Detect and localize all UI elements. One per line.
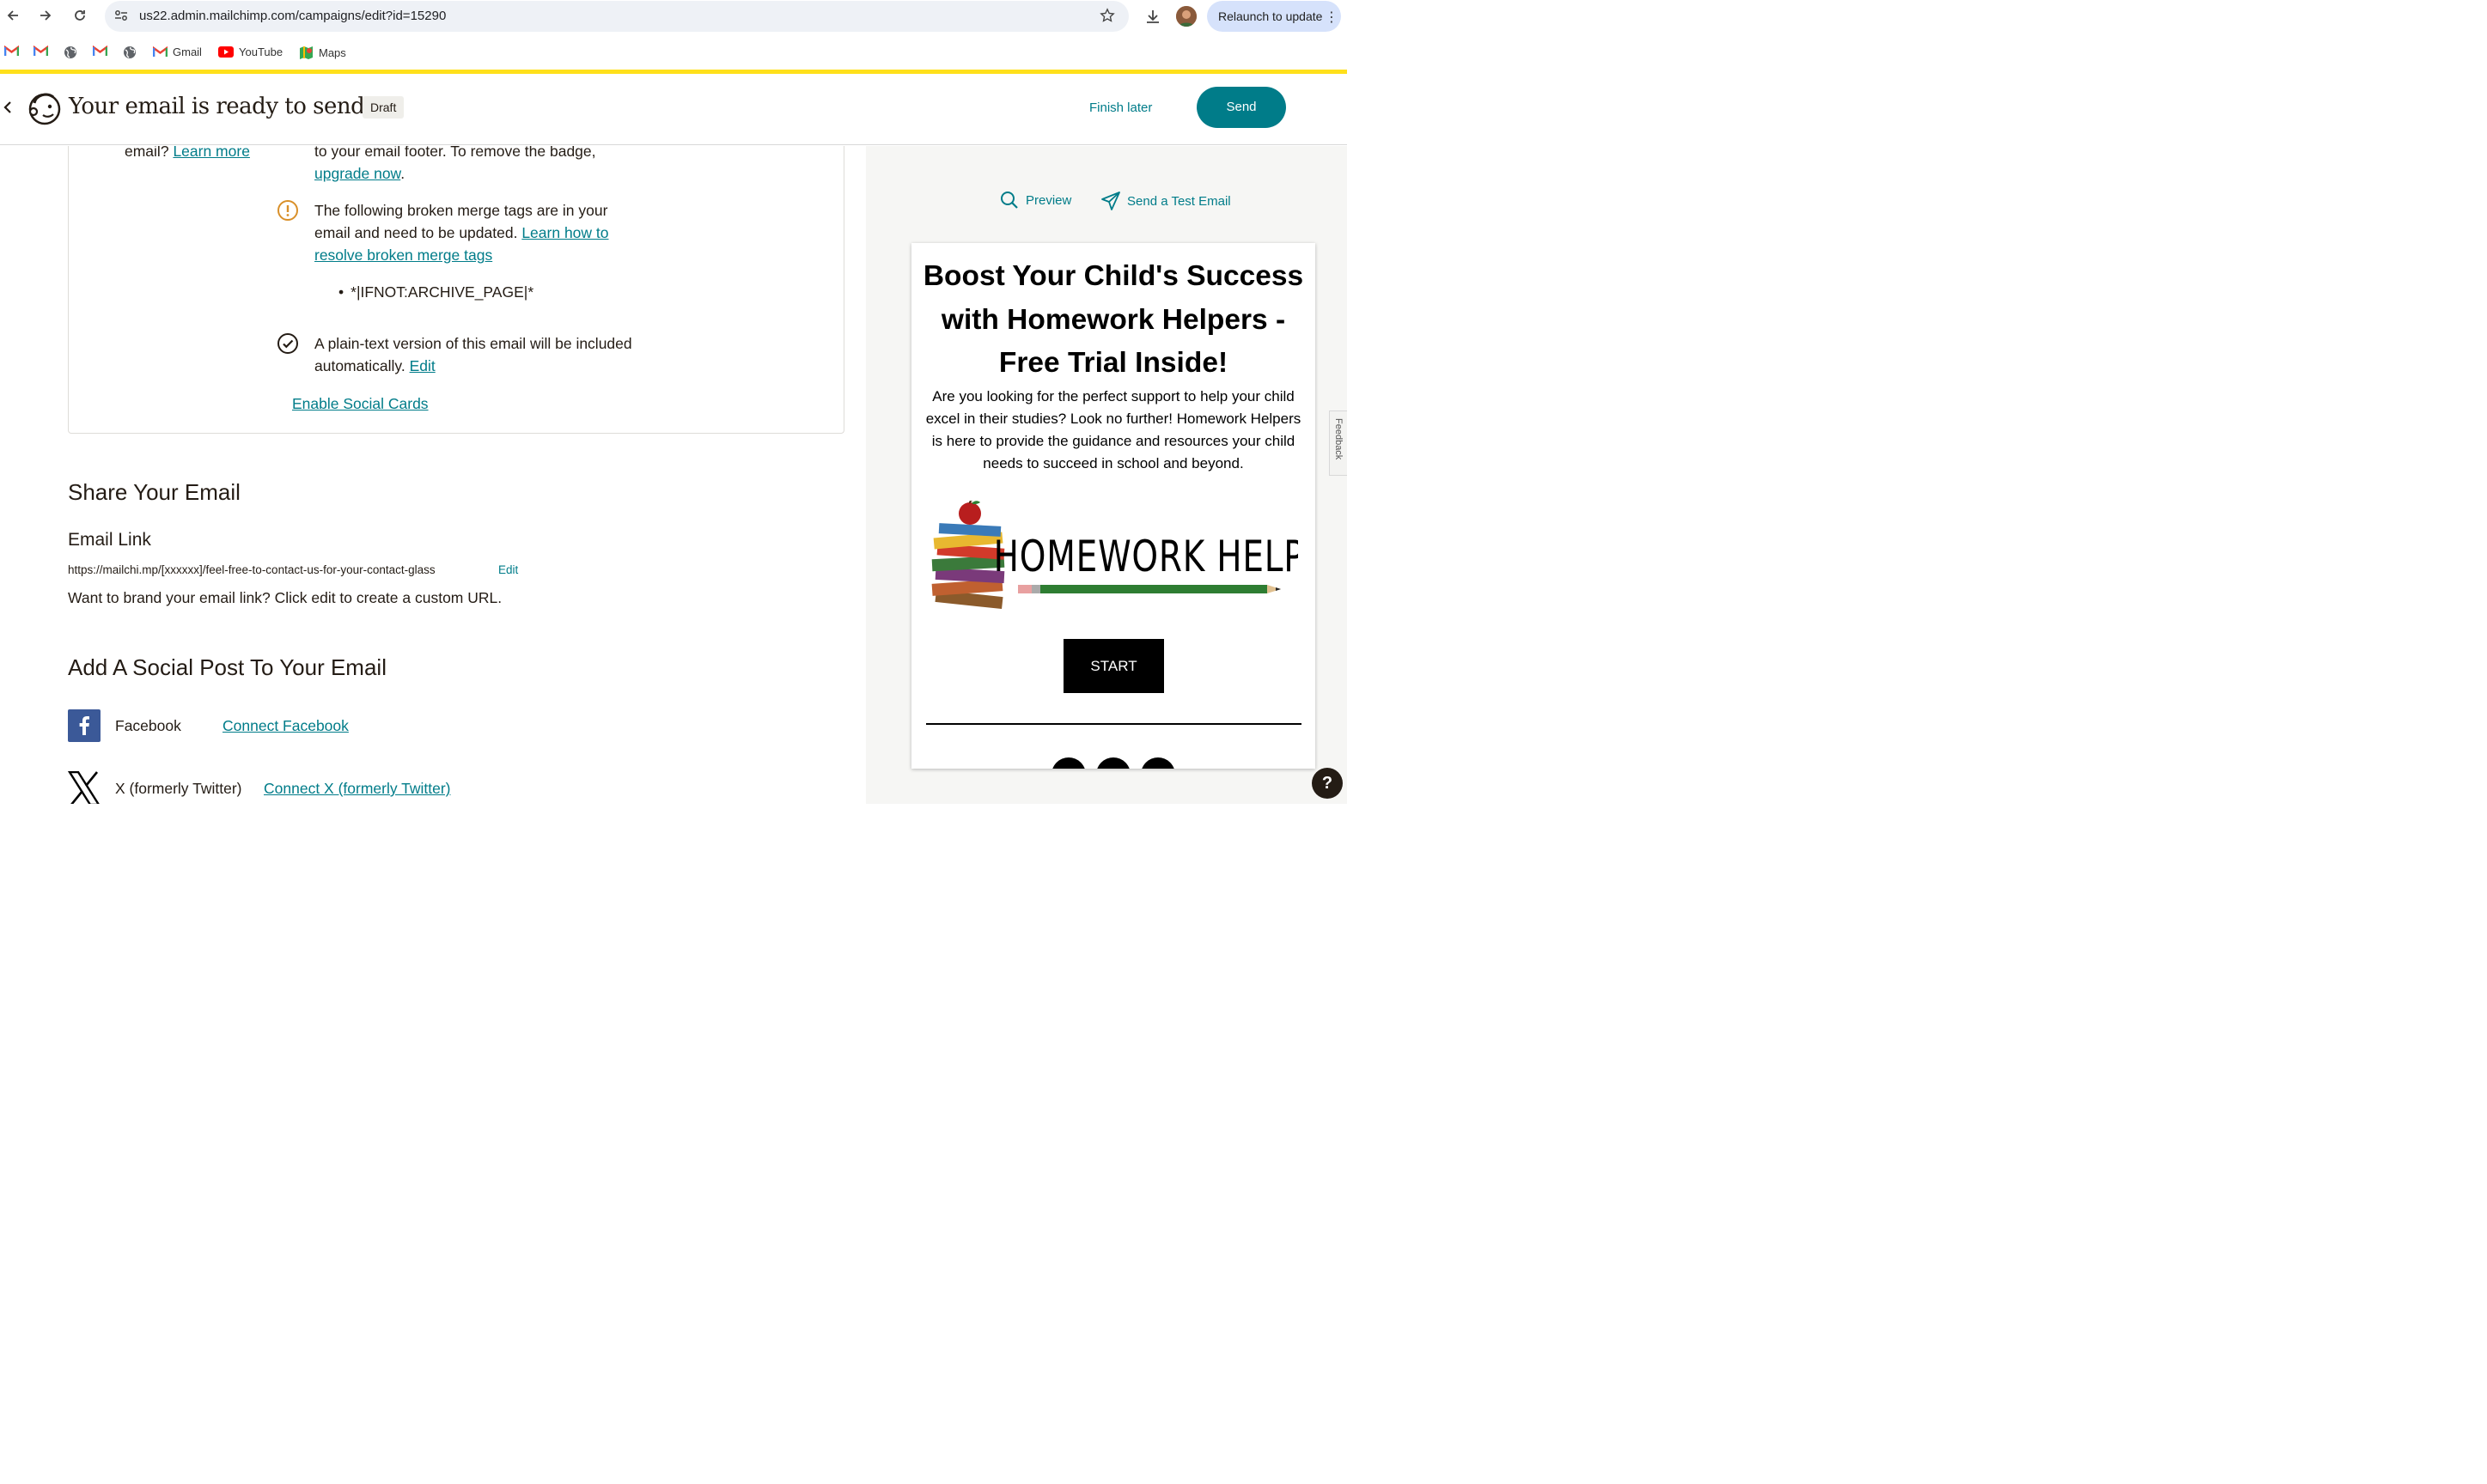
- bookmarks-bar: Gmail YouTube Maps: [0, 41, 1347, 65]
- bookmark-gmail[interactable]: Gmail: [153, 46, 202, 58]
- social-post-heading: Add A Social Post To Your Email: [68, 654, 387, 680]
- forward-arrow-icon[interactable]: [37, 7, 54, 24]
- badge-notice-text: to your email footer. To remove the badg…: [314, 146, 596, 160]
- gmail-icon: [153, 46, 168, 57]
- help-button[interactable]: ?: [1312, 768, 1343, 799]
- relaunch-to-update-button[interactable]: Relaunch to update ⋮: [1207, 1, 1341, 32]
- paper-plane-icon: [1101, 192, 1120, 210]
- gmail-icon: [4, 46, 19, 56]
- bookmark-globe-1[interactable]: [64, 46, 82, 59]
- mailchimp-logo-icon[interactable]: [26, 89, 64, 127]
- download-icon[interactable]: [1144, 8, 1161, 29]
- globe-icon: [124, 46, 136, 58]
- connect-x-link[interactable]: Connect X (formerly Twitter): [264, 777, 451, 800]
- x-twitter-icon: [67, 770, 101, 804]
- browser-toolbar: us22.admin.mailchimp.com/campaigns/edit?…: [0, 0, 1347, 33]
- broken-tag-text: *|IFNOT:ARCHIVE_PAGE|*: [350, 283, 534, 301]
- test-email-label: Send a Test Email: [1127, 193, 1231, 209]
- bookmark-star-icon[interactable]: [1100, 8, 1115, 27]
- start-cta-button[interactable]: START: [1064, 639, 1164, 693]
- upgrade-now-link[interactable]: upgrade now: [314, 165, 400, 182]
- email-body-text: Are you looking for the perfect support …: [925, 388, 1301, 471]
- send-test-email-button[interactable]: Send a Test Email: [1100, 191, 1231, 211]
- x-twitter-label: X (formerly Twitter): [115, 780, 242, 797]
- status-badge: Draft: [363, 96, 405, 119]
- site-settings-icon[interactable]: [113, 8, 129, 27]
- enable-social-cards-link[interactable]: Enable Social Cards: [292, 392, 429, 415]
- badge-notice: to your email footer. To remove the badg…: [314, 146, 658, 185]
- learn-more-row: email? Learn more: [125, 146, 250, 162]
- relaunch-label: Relaunch to update: [1218, 9, 1323, 23]
- social-facebook-icon[interactable]: [1051, 757, 1086, 769]
- merge-tag-warning: The following broken merge tags are in y…: [314, 199, 641, 266]
- bookmark-gmail-1[interactable]: [4, 46, 24, 57]
- facebook-icon: [68, 709, 101, 746]
- url-text: us22.admin.mailchimp.com/campaigns/edit?…: [139, 9, 447, 23]
- chevron-left-icon[interactable]: [2, 100, 14, 119]
- facebook-label: Facebook: [115, 717, 181, 734]
- youtube-icon: [218, 46, 234, 58]
- email-link-heading: Email Link: [68, 530, 151, 550]
- homework-helpers-logo: HOMEWORK HELPERS: [929, 499, 1315, 617]
- address-bar[interactable]: us22.admin.mailchimp.com/campaigns/edit?…: [105, 1, 1129, 32]
- email-link-url: https://mailchi.mp/[xxxxxx]/feel-free-to…: [68, 563, 436, 576]
- preview-label: Preview: [1026, 192, 1072, 208]
- divider: [926, 723, 1301, 725]
- plaintext-edit-link[interactable]: Edit: [410, 357, 436, 374]
- page-title: Your email is ready to send!: [69, 94, 374, 119]
- email-headline: Boost Your Child's Success with Homework…: [923, 260, 1304, 379]
- preview-button[interactable]: Preview: [1000, 191, 1071, 210]
- learn-more-link[interactable]: Learn more: [173, 146, 250, 160]
- bookmark-gmail-3[interactable]: [93, 46, 113, 57]
- bookmark-label: Maps: [319, 46, 346, 59]
- main-content: email? Learn more to your email footer. …: [0, 146, 866, 804]
- social-instagram-icon[interactable]: [1096, 757, 1131, 769]
- brand-link-hint: Want to brand your email link? Click edi…: [68, 589, 503, 606]
- feedback-tab[interactable]: Feedback: [1329, 411, 1347, 476]
- warning-icon: [277, 199, 299, 226]
- plaintext-notice: A plain-text version of this email will …: [314, 332, 667, 377]
- profile-avatar[interactable]: [1176, 6, 1197, 27]
- connect-facebook-link[interactable]: Connect Facebook: [222, 715, 349, 737]
- bookmark-gmail-2[interactable]: [34, 46, 53, 57]
- logo-text: HOMEWORK HELPERS: [994, 531, 1298, 581]
- bookmark-youtube[interactable]: YouTube: [218, 46, 283, 58]
- plaintext-text: A plain-text version of this email will …: [314, 335, 632, 374]
- app-header: Your email is ready to send! Draft Finis…: [0, 74, 1347, 145]
- gmail-icon: [34, 46, 48, 56]
- globe-icon: [64, 46, 76, 58]
- send-button[interactable]: Send: [1197, 87, 1286, 128]
- email-link-edit-button[interactable]: Edit: [498, 563, 518, 576]
- bookmark-label: Gmail: [173, 46, 202, 58]
- gmail-icon: [93, 46, 107, 56]
- reload-icon[interactable]: [71, 7, 88, 24]
- social-x-icon[interactable]: [1141, 757, 1175, 769]
- bookmark-globe-2[interactable]: [123, 46, 142, 59]
- bookmark-maps[interactable]: Maps: [299, 46, 346, 60]
- checkmark-circle-icon: [277, 332, 299, 359]
- finish-later-button[interactable]: Finish later: [1089, 100, 1152, 115]
- books-and-pencil-illustration-icon: HOMEWORK HELPERS: [931, 499, 1315, 610]
- learn-more-prefix: email?: [125, 146, 169, 160]
- more-menu-icon[interactable]: ⋮: [1325, 9, 1338, 26]
- bookmark-label: YouTube: [239, 46, 283, 58]
- maps-icon: [300, 46, 313, 59]
- share-heading: Share Your Email: [68, 479, 241, 505]
- bullet: •: [338, 283, 344, 301]
- feedback-label: Feedback: [1333, 418, 1344, 460]
- period-text: .: [400, 165, 405, 182]
- back-arrow-icon[interactable]: [4, 7, 21, 24]
- preview-pane: Preview Send a Test Email Boost Your Chi…: [866, 146, 1347, 804]
- broken-tag-item: • *|IFNOT:ARCHIVE_PAGE|*: [338, 281, 533, 303]
- search-icon: [1001, 192, 1018, 209]
- email-preview-card: Boost Your Child's Success with Homework…: [911, 243, 1315, 769]
